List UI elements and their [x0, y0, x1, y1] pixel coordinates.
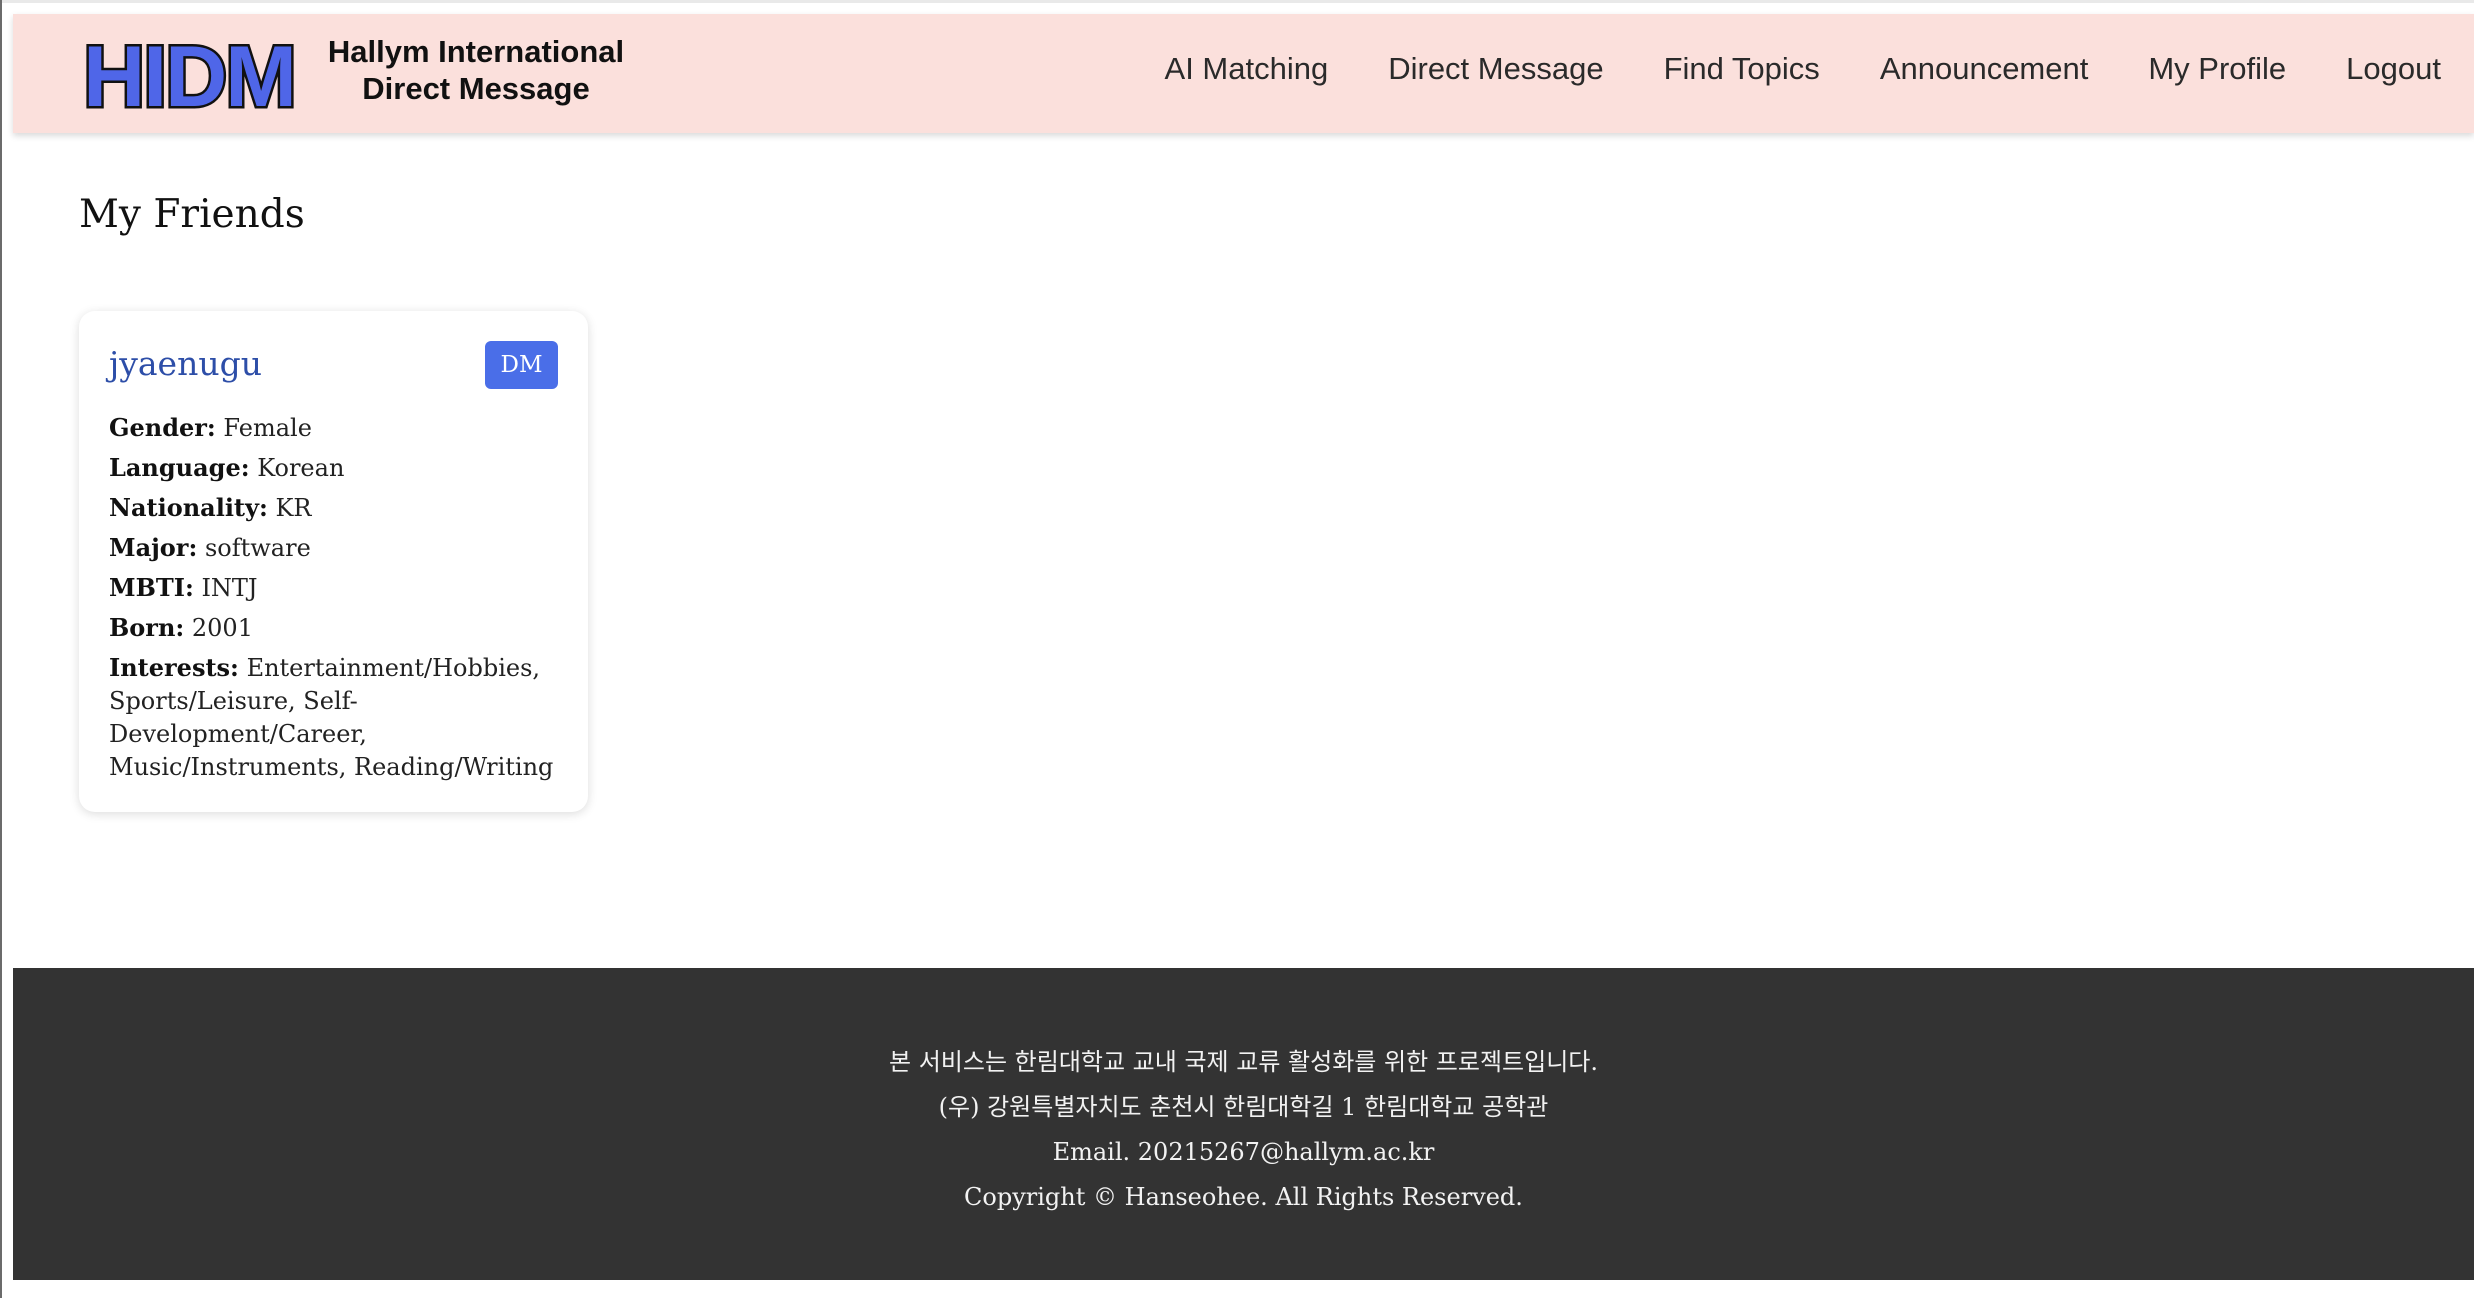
site-header: HIDM Hallym International Direct Message…: [13, 14, 2474, 133]
field-value: Female: [223, 414, 312, 442]
nav-announcement[interactable]: Announcement: [1880, 51, 2089, 87]
brand-name-line2: Direct Message: [362, 71, 590, 106]
field-major: Major: software: [109, 531, 559, 565]
main-nav: AI Matching Direct Message Find Topics A…: [1165, 51, 2441, 87]
brand-name: Hallym International Direct Message: [311, 33, 641, 107]
page-title: My Friends: [79, 192, 305, 237]
footer-email: Email. 20215267@hallym.ac.kr: [1052, 1138, 1435, 1166]
nav-ai-matching[interactable]: AI Matching: [1165, 51, 1329, 87]
field-value: INTJ: [201, 574, 258, 602]
footer-description: 본 서비스는 한림대학교 교내 국제 교류 활성화를 위한 프로젝트입니다.: [889, 1048, 1598, 1076]
brand-name-line1: Hallym International: [327, 34, 625, 69]
friend-name[interactable]: jyaenugu: [109, 344, 262, 383]
field-interests: Interests: Entertainment/Hobbies, Sports…: [109, 651, 559, 784]
field-label: MBTI:: [109, 573, 194, 602]
field-nationality: Nationality: KR: [109, 491, 559, 525]
footer-text: 본 서비스는 한림대학교 교내 국제 교류 활성화를 위한 프로젝트입니다. (…: [13, 1040, 2474, 1220]
logo-wordmark: HIDM: [83, 34, 295, 120]
field-language: Language: Korean: [109, 451, 559, 485]
field-born: Born: 2001: [109, 611, 559, 645]
hidm-logo[interactable]: HIDM: [79, 34, 299, 120]
friend-card: jyaenugu DM Gender: Female Language: Kor…: [79, 311, 588, 812]
field-value: Korean: [257, 454, 345, 482]
field-value: KR: [275, 494, 312, 522]
field-mbti: MBTI: INTJ: [109, 571, 559, 605]
site-footer: 본 서비스는 한림대학교 교내 국제 교류 활성화를 위한 프로젝트입니다. (…: [13, 968, 2474, 1280]
field-label: Language:: [109, 453, 250, 482]
field-gender: Gender: Female: [109, 411, 559, 445]
field-label: Nationality:: [109, 493, 268, 522]
dm-button[interactable]: DM: [485, 341, 558, 389]
footer-copyright: Copyright © Hanseohee. All Rights Reserv…: [964, 1183, 1523, 1211]
field-value: software: [204, 534, 311, 562]
field-label: Interests:: [109, 653, 239, 682]
window-top-edge: [0, 0, 2474, 3]
nav-logout[interactable]: Logout: [2346, 51, 2441, 87]
window-left-edge: [0, 0, 2, 1298]
footer-address: (우) 강원특별자치도 춘천시 한림대학길 1 한림대학교 공학관: [938, 1093, 1549, 1121]
nav-find-topics[interactable]: Find Topics: [1664, 51, 1820, 87]
nav-direct-message[interactable]: Direct Message: [1388, 51, 1603, 87]
field-label: Born:: [109, 613, 185, 642]
field-label: Major:: [109, 533, 198, 562]
field-value: 2001: [191, 614, 253, 642]
friend-details: Gender: Female Language: Korean National…: [109, 411, 559, 790]
field-label: Gender:: [109, 413, 216, 442]
nav-my-profile[interactable]: My Profile: [2148, 51, 2286, 87]
